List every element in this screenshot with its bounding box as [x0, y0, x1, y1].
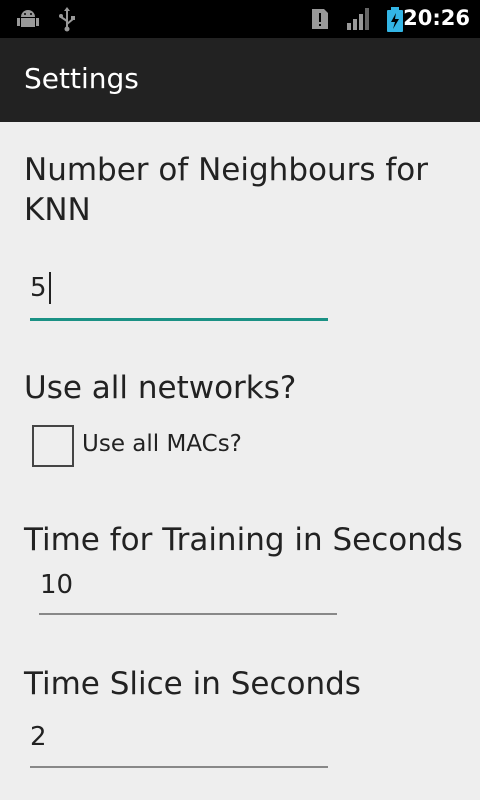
alert-card-icon	[310, 7, 330, 35]
training-value: 10	[40, 570, 74, 600]
slice-input-underline	[30, 766, 328, 768]
android-debug-icon	[16, 7, 40, 35]
knn-value: 5	[30, 272, 47, 303]
text-cursor	[48, 272, 51, 304]
usb-icon	[55, 7, 79, 37]
training-input[interactable]: 10	[40, 570, 73, 600]
training-heading: Time for Training in Seconds	[24, 522, 463, 558]
training-input-underline	[39, 613, 337, 615]
use-all-macs-checkbox[interactable]	[32, 425, 74, 467]
slice-input[interactable]: 2	[30, 722, 47, 752]
page-title: Settings	[24, 62, 139, 95]
slice-heading: Time Slice in Seconds	[24, 666, 361, 702]
settings-content: Number of Neighbours for KNN 5 Use all n…	[0, 122, 480, 800]
battery-charging-icon	[386, 7, 404, 37]
knn-input-underline	[30, 318, 328, 321]
networks-heading: Use all networks?	[24, 370, 297, 406]
status-bar: 20:26	[0, 0, 480, 38]
use-all-macs-label[interactable]: Use all MACs?	[82, 431, 242, 457]
status-time: 20:26	[403, 6, 470, 30]
slice-value: 2	[30, 722, 47, 752]
action-bar: Settings	[0, 38, 480, 122]
signal-icon	[346, 7, 372, 35]
knn-input[interactable]: 5	[30, 272, 51, 304]
knn-heading: Number of Neighbours for KNN	[24, 152, 428, 228]
